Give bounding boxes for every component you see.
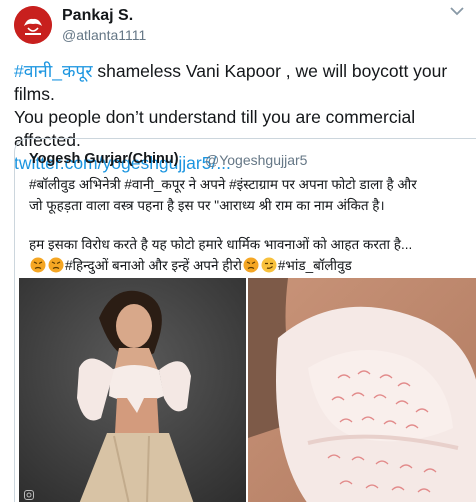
smirking-face-icon	[261, 257, 277, 273]
chevron-down-icon[interactable]	[450, 6, 464, 16]
angry-face-icon	[48, 257, 64, 273]
angry-face-icon	[30, 257, 46, 273]
actress-photo-image	[19, 278, 246, 502]
hashtag-link[interactable]: #वानी_कपूर	[14, 61, 93, 81]
tweet-card: Pankaj S. @atlanta1111 #वानी_कपूर shamel…	[0, 0, 476, 502]
author-name[interactable]: Pankaj S.	[62, 7, 133, 25]
quote-author-handle: @Yogeshgujjar5	[205, 152, 308, 168]
quote-line-3: हम इसका विरोध करते है यह फोटो हमारे धार्…	[29, 237, 413, 252]
quote-photo-left[interactable]	[19, 278, 246, 502]
author-handle[interactable]: @atlanta1111	[62, 27, 146, 43]
quote-line-4: #हिन्दुओं बनाओ और इन्हें अपने हीरो #भांड_…	[29, 255, 469, 276]
quote-photo-right[interactable]	[248, 278, 476, 502]
quote-line-1: #बॉलीवुड अभिनेत्री #वानी_कपूर ने अपने #इ…	[29, 177, 417, 192]
closeup-photo-image	[248, 278, 476, 502]
quote-line-2: जो फूहड़ता वाला वस्त्र पहना है इस पर "आर…	[29, 198, 385, 213]
quoted-tweet[interactable]: Yogesh Gurjar(Chinu) @Yogeshgujjar5 #बॉल…	[14, 138, 476, 502]
quote-text: #बॉलीवुड अभिनेत्री #वानी_कपूर ने अपने #इ…	[29, 174, 469, 276]
avatar-logo-icon	[14, 6, 52, 44]
instagram-icon	[24, 490, 34, 500]
quote-line-4-part1: #हिन्दुओं बनाओ और इन्हें अपने हीरो	[65, 258, 242, 273]
quote-line-4-part2: #भांड_बॉलीवुड	[277, 258, 352, 273]
avatar[interactable]	[14, 6, 52, 44]
angry-face-icon	[243, 257, 259, 273]
quote-author-name: Yogesh Gurjar(Chinu)	[29, 151, 179, 167]
